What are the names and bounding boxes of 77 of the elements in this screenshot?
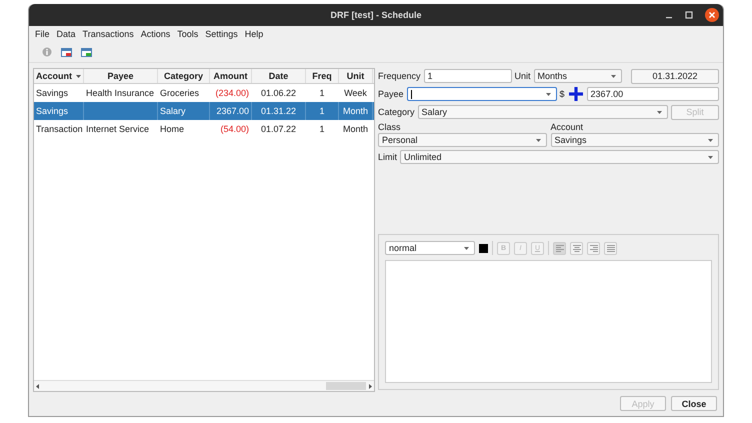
table-cell: 2367.00 [216,106,249,116]
table-cell: 01.07.22 [260,124,296,134]
menu-item[interactable]: Transactions [82,29,134,41]
payee-field[interactable] [406,87,557,101]
calendar-remove-icon[interactable] [61,48,72,56]
close-icon[interactable] [705,8,719,22]
table-cell: (234.00) [215,88,249,98]
table-cell: Salary [160,106,186,116]
align-icon [588,243,598,253]
dropdown-arrow-icon[interactable] [610,74,616,78]
menu-item[interactable]: Tools [177,29,198,41]
currency-label: $ [560,89,565,99]
field-label: Category [378,107,415,117]
table-cell: Week [344,88,367,98]
menu-item[interactable]: Help [244,29,264,41]
plus-icon[interactable] [568,86,584,102]
align-right-button[interactable] [587,242,600,254]
class-dropdown[interactable]: Personal [378,133,546,147]
horizontal-scrollbar[interactable] [34,380,374,391]
dropdown-arrow-icon[interactable] [708,156,713,158]
menu-item[interactable]: File [35,29,50,41]
table-cell: 1 [319,88,324,98]
table-cell: Health Insurance [86,88,154,98]
table-cell: (54.00) [220,124,249,134]
category-dropdown[interactable]: Salary [418,105,668,119]
column-header[interactable]: Date [252,69,306,83]
account-dropdown[interactable]: Savings [550,133,719,147]
align-icon [554,243,564,253]
table-cell: Month [342,106,368,116]
date-button[interactable]: 01.31.2022 [631,68,719,84]
column-header[interactable]: Unit [339,69,373,83]
table-cell: 01.06.22 [260,88,296,98]
color-swatch-icon[interactable] [479,244,488,252]
scroll-left-icon[interactable] [34,382,42,390]
dropdown-arrow-icon[interactable] [708,138,713,142]
menu-item[interactable]: Actions [140,29,170,41]
table-cell: Savings [36,88,68,98]
maximize-icon[interactable] [685,11,693,19]
dropdown-arrow-icon[interactable] [657,110,662,114]
table-cell: 1 [319,106,324,116]
window-title: DRF [test] - Schedule [330,10,422,20]
column-header[interactable]: Category [158,69,210,83]
dropdown-arrow-icon[interactable] [546,92,551,96]
table-cell: Home [160,124,184,134]
table-cell: Groceries [160,88,200,98]
style-dropdown[interactable]: normal [385,241,475,255]
table-cell: Transaction [36,124,83,134]
menu-item[interactable]: Settings [205,29,238,41]
align-center-button[interactable] [570,242,583,254]
table-cell: 1 [319,124,324,134]
field-label: Unit [514,71,531,81]
table-cell: Month [342,124,368,134]
dropdown-arrow-icon[interactable] [536,138,540,142]
calendar-add-icon[interactable] [81,48,92,56]
align-justify-button[interactable] [604,242,617,254]
unit-dropdown[interactable]: Months [534,69,622,83]
column-header[interactable]: Payee [84,69,158,83]
field-label: Class [378,122,402,132]
align-icon [572,243,582,253]
dropdown-arrow-icon[interactable] [464,246,469,250]
column-header[interactable]: Account [34,69,84,83]
field-label: Limit [378,152,398,162]
column-header[interactable]: Amount [210,69,252,83]
table-cell: 01.31.22 [260,106,296,116]
table-cell: Savings [36,106,68,116]
amount-field[interactable]: 2367.00 [586,87,719,101]
align-icon [606,243,616,253]
frequency-field[interactable]: 1 [424,69,512,83]
field-label: Account [550,122,584,132]
scrollbar-thumb[interactable] [326,382,366,390]
column-header[interactable]: Freq [306,69,339,83]
table-cell: Internet Service [86,124,150,134]
field-label: Payee [378,89,404,99]
menu-item[interactable]: Data [56,29,76,41]
field-label: Frequency [378,71,421,81]
limit-dropdown[interactable]: Unlimited [400,150,719,164]
dialog-button[interactable]: Close [671,396,717,411]
